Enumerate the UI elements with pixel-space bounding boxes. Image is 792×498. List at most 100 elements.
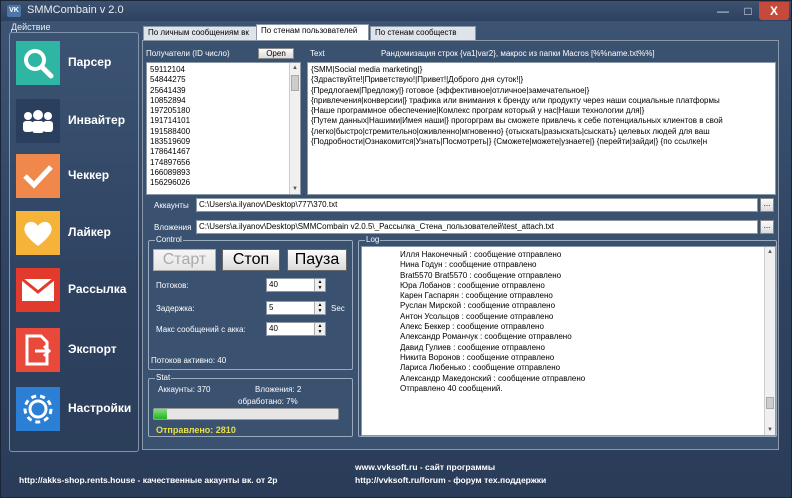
spin-arrows-icon[interactable]: ▲ ▼ xyxy=(314,279,325,291)
max-messages-value: 40 xyxy=(269,324,278,333)
spin-arrows-icon[interactable]: ▲ ▼ xyxy=(314,323,325,335)
app-window: VK SMMCombain v 2.0 — □ X Действие Парсе… xyxy=(0,0,792,498)
scroll-down-icon[interactable]: ▼ xyxy=(290,184,300,194)
open-button[interactable]: Open xyxy=(258,48,294,59)
sidebar-item-export[interactable]: Экспорт xyxy=(16,328,136,372)
threads-label: Потоков: xyxy=(156,281,189,290)
text-line: {Наше программное обеспечение|Комлекс пр… xyxy=(311,106,645,116)
log-scrollbar[interactable]: ▲ ▼ xyxy=(764,247,775,435)
attachments-label: Вложения xyxy=(154,223,192,232)
attachments-path-field[interactable]: C:\Users\a.ilyanov\Desktop\SMMCombain v2… xyxy=(196,220,758,234)
text-line: {легко|быстро|стремительно|оживленно|мгн… xyxy=(311,126,710,136)
delay-value: 5 xyxy=(269,303,274,312)
footer-shop-link[interactable]: http://akks-shop.rents.house - качествен… xyxy=(19,475,277,485)
delay-stepper[interactable]: 5 ▲ ▼ xyxy=(266,301,326,315)
max-messages-label: Макс сообщений с акка: xyxy=(156,325,246,334)
scroll-thumb[interactable] xyxy=(766,397,774,409)
text-line: {Подробности|Ознакомится|Узнать|Посмотре… xyxy=(311,137,708,147)
log-line: Илля Наконечный : сообщение отправлено xyxy=(400,250,562,259)
sidebar-item-mailing[interactable]: Рассылка xyxy=(16,268,136,312)
log-line: Лариса Любенько : сообщение отправлено xyxy=(400,363,561,373)
stat-processed: обработано: 7% xyxy=(238,397,298,406)
gear-icon xyxy=(16,387,60,431)
log-group-label: Log xyxy=(365,235,381,244)
list-item: 10852894 xyxy=(150,95,186,105)
log-line: Руслан Мирской : сообщение отправлено xyxy=(400,301,556,311)
recipients-list[interactable]: 59112104 54844275 25641439 10852894 1972… xyxy=(146,62,301,195)
envelope-icon xyxy=(16,268,60,312)
delay-unit: Sec xyxy=(331,304,345,313)
list-item: 166089893 xyxy=(150,167,191,177)
sidebar-item-label: Инвайтер xyxy=(68,113,126,127)
log-line: Юра Лобанов : сообщение отправлено xyxy=(400,280,545,290)
stat-attachments: Вложения: 2 xyxy=(255,385,302,394)
log-line: Карен Гаспарян : сообщение отправлено xyxy=(400,291,553,301)
sidebar-item-inviter[interactable]: Инвайтер xyxy=(16,99,136,143)
list-item: 183519609 xyxy=(150,137,191,147)
attachments-browse-button[interactable]: ... xyxy=(760,220,774,234)
sidebar-item-label: Экспорт xyxy=(68,342,117,356)
action-group-label: Действие xyxy=(11,22,51,32)
action-sidebar: Парсер Инвайтер Чеккер Лайкер Рассылка Э… xyxy=(9,32,139,452)
window-title: SMMCombain v 2.0 xyxy=(27,4,124,16)
scroll-down-icon[interactable]: ▼ xyxy=(765,425,775,435)
threads-stepper[interactable]: 40 ▲ ▼ xyxy=(266,278,326,292)
tab-user-walls[interactable]: По стенам пользователей xyxy=(256,24,369,40)
text-line: {Здраствуйте!|Приветствую!|Привет!|Добро… xyxy=(311,75,524,85)
log-line: Давид Гулиев : сообщение отправлено xyxy=(400,342,545,352)
accounts-label: Аккаунты xyxy=(154,201,189,210)
progress-fill xyxy=(154,409,167,419)
threads-value: 40 xyxy=(269,280,278,289)
sidebar-item-label: Парсер xyxy=(68,55,112,69)
close-button[interactable]: X xyxy=(759,2,789,20)
text-line: {Предлогаем|Предложу|} готовое {эффектив… xyxy=(311,85,590,95)
title-bar: VK SMMCombain v 2.0 — □ X xyxy=(1,1,791,21)
progress-bar xyxy=(153,408,339,420)
log-line: Алекс Беккер : сообщение отправлено xyxy=(400,322,544,332)
text-line: {привлечения|конверсии|} трафика или вни… xyxy=(311,95,720,105)
footer-forum-link[interactable]: http://vvksoft.ru/forum - форум тех.подд… xyxy=(355,475,546,485)
list-item: 59112104 xyxy=(150,65,185,74)
stat-group-label: Stat xyxy=(155,373,172,382)
delay-label: Задержка: xyxy=(156,304,195,313)
minimize-button[interactable]: — xyxy=(710,2,736,20)
max-messages-stepper[interactable]: 40 ▲ ▼ xyxy=(266,322,326,336)
log-area[interactable]: Илля Наконечный : сообщение отправлено Н… xyxy=(361,246,776,436)
pause-button[interactable]: Пауза xyxy=(287,249,347,271)
list-item: 191714101 xyxy=(150,116,191,126)
footer-site-link[interactable]: www.vvksoft.ru - сайт программы xyxy=(355,462,495,472)
maximize-button[interactable]: □ xyxy=(735,2,761,20)
control-group-label: Control xyxy=(155,235,183,244)
list-item: 178641467 xyxy=(150,147,191,157)
sidebar-item-liker[interactable]: Лайкер xyxy=(16,211,136,255)
sidebar-item-checker[interactable]: Чеккер xyxy=(16,154,136,198)
users-icon xyxy=(16,99,60,143)
sent-count: Отправлено: 2810 xyxy=(156,425,236,435)
recipients-scrollbar[interactable]: ▲ ▼ xyxy=(289,63,300,194)
log-line: Александр Романчук : сообщение отправлен… xyxy=(400,332,572,342)
start-button[interactable]: Старт xyxy=(153,249,216,271)
sidebar-item-settings[interactable]: Настройки xyxy=(16,387,136,431)
log-line: Отправлено 40 сообщений. xyxy=(400,383,503,393)
list-item: 174897656 xyxy=(150,157,191,167)
tab-private-messages[interactable]: По личным сообщениям вк xyxy=(143,26,258,40)
stop-button[interactable]: Стоп xyxy=(222,249,280,271)
list-item: 197205180 xyxy=(150,106,191,116)
export-icon xyxy=(16,328,60,372)
scroll-up-icon[interactable]: ▲ xyxy=(290,63,300,73)
active-threads-status: Потоков активно: 40 xyxy=(151,356,227,365)
scroll-thumb[interactable] xyxy=(291,75,299,91)
text-line: {SMM|Social media marketing|} xyxy=(311,65,423,74)
tab-community-walls[interactable]: По стенам сообществ xyxy=(370,26,476,40)
accounts-path-field[interactable]: C:\Users\a.ilyanov\Desktop\777\370.txt xyxy=(196,198,758,212)
sidebar-item-label: Лайкер xyxy=(68,225,111,239)
sidebar-item-label: Чеккер xyxy=(68,168,110,182)
text-randomization-hint: Рандомизация строк {va1|var2}, макрос из… xyxy=(381,49,655,58)
log-line: Александр Македонский : сообщение отправ… xyxy=(400,373,586,383)
message-text-area[interactable]: {SMM|Social media marketing|} {Здраствуй… xyxy=(307,62,776,195)
spin-arrows-icon[interactable]: ▲ ▼ xyxy=(314,302,325,314)
sidebar-item-parser[interactable]: Парсер xyxy=(16,41,136,85)
accounts-browse-button[interactable]: ... xyxy=(760,198,774,212)
scroll-up-icon[interactable]: ▲ xyxy=(765,247,775,257)
list-item: 156296026 xyxy=(150,178,191,188)
